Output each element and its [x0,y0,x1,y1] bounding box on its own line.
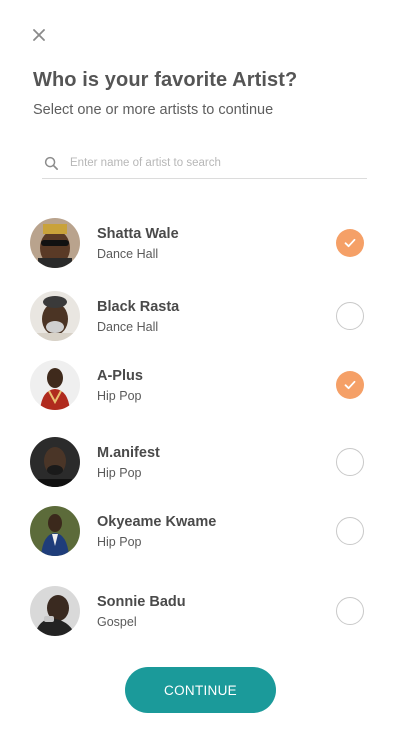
artist-name: Black Rasta [97,298,180,315]
artist-genre: Dance Hall [97,246,159,261]
check-icon [344,238,356,248]
select-checkbox[interactable] [336,229,364,257]
artist-genre: Dance Hall [97,319,159,334]
page-title: Who is your favorite Artist? [33,69,298,91]
select-checkbox[interactable] [336,517,364,545]
avatar [30,437,80,487]
artist-name: M.anifest [97,444,160,461]
artist-genre: Hip Pop [97,465,142,480]
continue-button[interactable]: CONTINUE [125,667,276,713]
artist-row-manifest[interactable]: M.anifest Hip Pop [30,436,370,488]
artist-row-black-rasta[interactable]: Black Rasta Dance Hall [30,290,370,342]
artist-name: Shatta Wale [97,225,179,242]
select-checkbox[interactable] [336,448,364,476]
artist-row-a-plus[interactable]: A-Plus Hip Pop [30,359,370,411]
artist-genre: Gospel [97,614,137,629]
avatar [30,291,80,341]
artist-genre: Hip Pop [97,534,142,549]
artist-row-shatta-wale[interactable]: Shatta Wale Dance Hall [30,217,370,269]
artist-row-sonnie-badu[interactable]: Sonnie Badu Gospel [30,585,370,637]
artist-name: A-Plus [97,367,143,384]
select-checkbox[interactable] [336,371,364,399]
check-icon [344,380,356,390]
search-input[interactable] [70,157,350,169]
artist-name: Okyeame Kwame [97,513,217,530]
search-icon [44,155,60,171]
avatar [30,586,80,636]
select-checkbox[interactable] [336,597,364,625]
artist-row-okyeame-kwame[interactable]: Okyeame Kwame Hip Pop [30,505,370,557]
page-subtitle: Select one or more artists to continue [33,102,274,118]
artist-name: Sonnie Badu [97,593,186,610]
avatar [30,506,80,556]
avatar [30,360,80,410]
close-icon [33,29,45,41]
search-bar [42,148,367,179]
close-button[interactable] [28,24,50,46]
artist-genre: Hip Pop [97,388,142,403]
select-checkbox[interactable] [336,302,364,330]
avatar [30,218,80,268]
